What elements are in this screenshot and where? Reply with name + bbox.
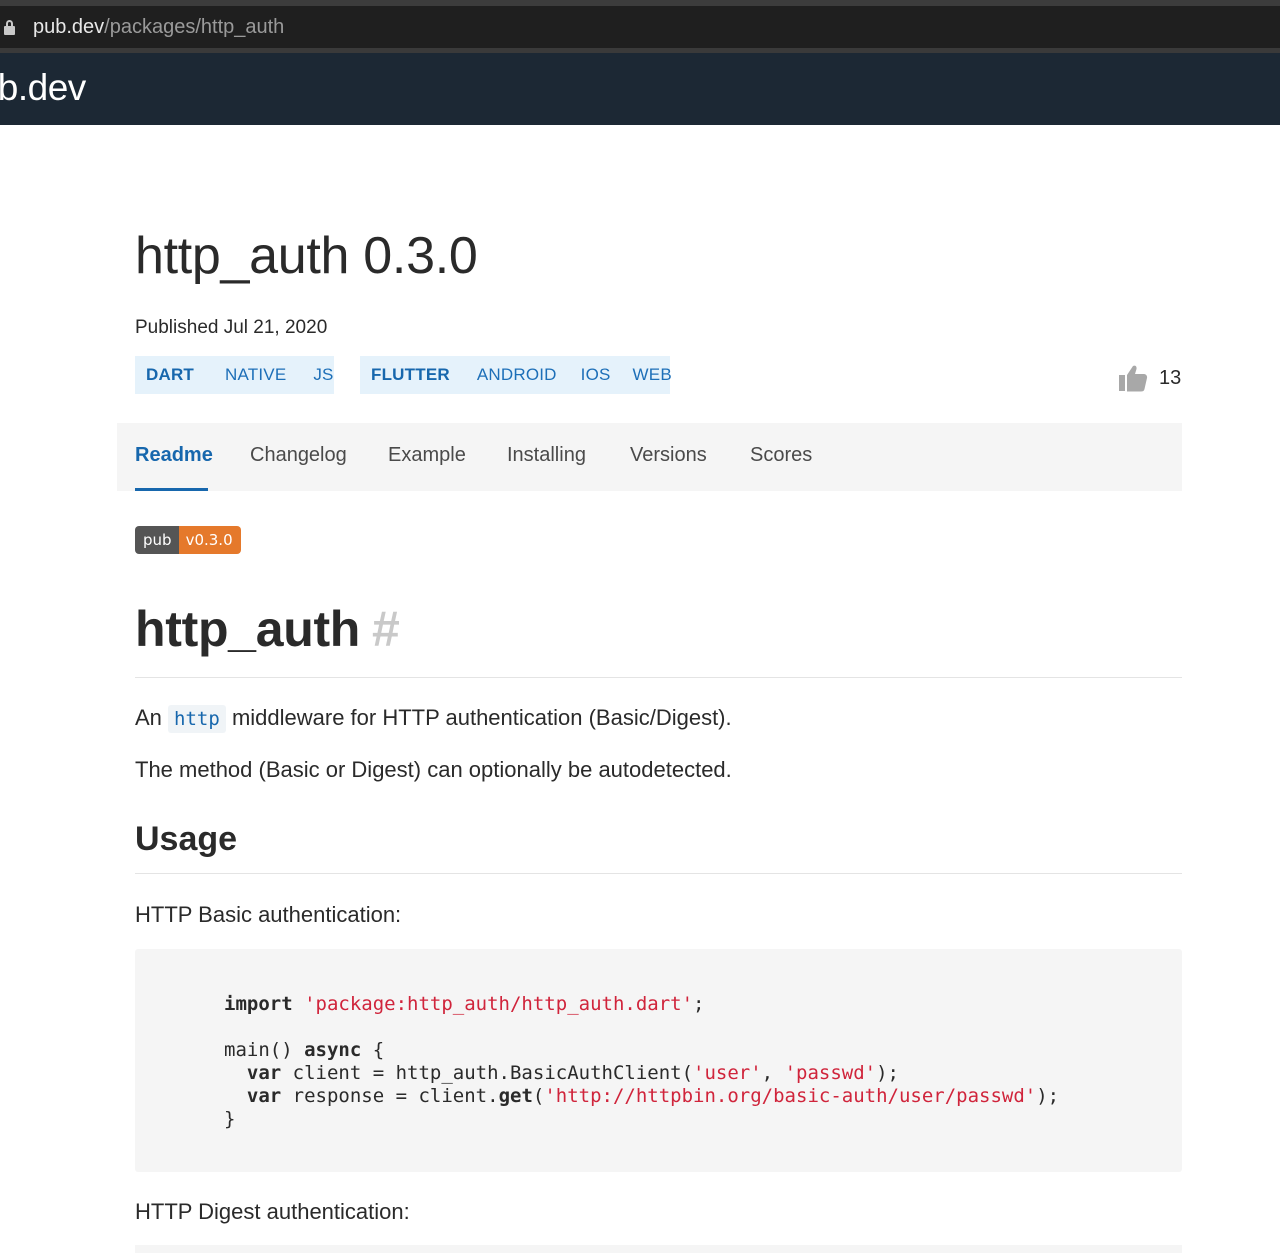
tag-ios[interactable]: IOS xyxy=(570,365,622,385)
site-header: ıb.dev xyxy=(0,53,1280,125)
usage-divider xyxy=(135,873,1182,874)
digest-auth-code-block[interactable] xyxy=(135,1245,1182,1253)
url-path: /packages/http_auth xyxy=(104,16,285,38)
basic-auth-heading: HTTP Basic authentication: xyxy=(135,902,402,927)
like-count: 13 xyxy=(1159,366,1182,389)
tab-installing[interactable]: Installing xyxy=(507,444,586,467)
published-date: Published Jul 21, 2020 xyxy=(135,317,328,338)
site-logo[interactable]: ıb.dev xyxy=(0,67,86,109)
tag-dart[interactable]: DART xyxy=(135,365,209,385)
autodetect-paragraph: The method (Basic or Digest) can optiona… xyxy=(135,757,732,782)
lock-icon[interactable] xyxy=(4,20,15,35)
like-button[interactable]: 13 xyxy=(1118,364,1181,392)
tag-js[interactable]: JS xyxy=(302,365,344,385)
tab-scores[interactable]: Scores xyxy=(750,444,812,467)
sdk-tag-dart: DART NATIVE JS xyxy=(135,356,334,394)
tag-android[interactable]: ANDROID xyxy=(461,365,570,385)
digest-auth-heading: HTTP Digest authentication: xyxy=(135,1199,410,1224)
url-text[interactable]: pub.dev/packages/http_auth xyxy=(33,15,284,39)
basic-auth-code-block[interactable]: import 'package:http_auth/http_auth.dart… xyxy=(135,949,1182,1172)
tag-native[interactable]: NATIVE xyxy=(209,365,302,385)
url-host: pub.dev xyxy=(33,16,105,38)
http-package-link[interactable]: http xyxy=(168,705,226,733)
readme-heading-text: http_auth xyxy=(135,601,361,657)
tag-web[interactable]: WEB xyxy=(622,365,683,385)
tag-flutter[interactable]: FLUTTER xyxy=(360,365,461,385)
heading-divider xyxy=(135,677,1182,678)
tab-readme[interactable]: Readme xyxy=(135,444,213,467)
sdk-tag-flutter: FLUTTER ANDROID IOS WEB xyxy=(360,356,672,394)
badge-label: pub xyxy=(135,526,179,554)
readme-heading: http_auth # xyxy=(135,600,400,658)
heading-anchor-link[interactable]: # xyxy=(372,601,400,657)
pub-version-badge[interactable]: pub v0.3.0 xyxy=(135,526,241,554)
tab-versions[interactable]: Versions xyxy=(630,444,707,467)
intro-text-after: middleware for HTTP authentication (Basi… xyxy=(231,705,732,730)
tab-changelog[interactable]: Changelog xyxy=(250,444,347,467)
usage-heading: Usage xyxy=(135,820,238,858)
address-bar[interactable]: pub.dev/packages/http_auth xyxy=(0,6,1280,48)
intro-paragraph: An http middleware for HTTP authenticati… xyxy=(135,705,732,733)
package-tabs: Readme Changelog Example Installing Vers… xyxy=(117,423,1182,491)
code-listing: import 'package:http_auth/http_auth.dart… xyxy=(224,993,1060,1130)
active-tab-indicator xyxy=(135,488,208,491)
tab-example[interactable]: Example xyxy=(388,444,466,467)
badge-version: v0.3.0 xyxy=(178,526,241,554)
package-title: http_auth 0.3.0 xyxy=(135,227,478,285)
thumbs-up-icon xyxy=(1119,365,1148,392)
intro-text-before: An xyxy=(135,705,162,730)
